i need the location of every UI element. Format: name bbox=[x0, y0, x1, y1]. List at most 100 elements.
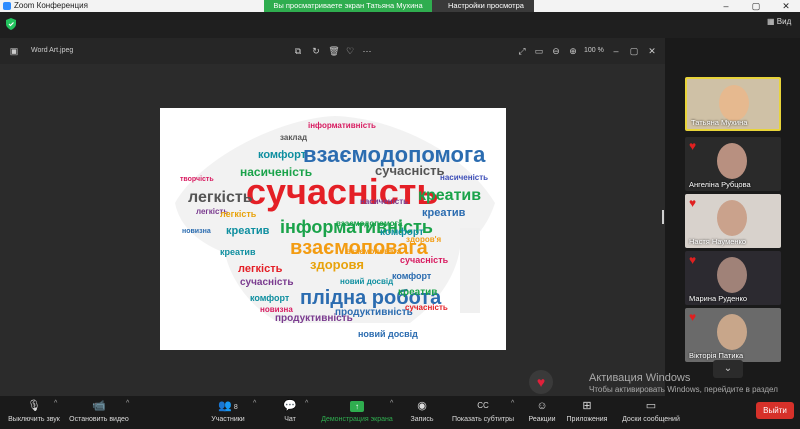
edit-image-icon[interactable]: ⧉ bbox=[292, 45, 304, 57]
participant-tile[interactable]: ♥ Марина Руденко bbox=[685, 251, 781, 305]
close-button[interactable]: ✕ bbox=[776, 0, 796, 12]
captions-options-caret[interactable]: ^ bbox=[511, 400, 514, 407]
participant-tile[interactable]: Татьяна Мухина bbox=[685, 77, 781, 131]
video-options-caret[interactable]: ^ bbox=[126, 400, 129, 407]
chat-button[interactable]: 💬 Чат bbox=[276, 399, 304, 423]
chevron-down-icon: ⌄ bbox=[723, 363, 733, 374]
word-cloud-word: сучасність bbox=[240, 277, 294, 288]
shield-icon[interactable] bbox=[6, 18, 16, 30]
word-cloud-word: легкість bbox=[238, 263, 283, 275]
record-button[interactable]: ◉ Запись bbox=[406, 399, 438, 423]
participants-button[interactable]: 👥 8 Участники bbox=[205, 399, 251, 423]
participant-tile[interactable]: ♥ Ангеліна Рубцова bbox=[685, 137, 781, 191]
maximize-viewer-icon[interactable]: ▢ bbox=[628, 45, 640, 57]
expand-icon[interactable]: ⤢ bbox=[516, 45, 528, 57]
participants-options-caret[interactable]: ^ bbox=[253, 400, 256, 407]
video-label: Остановить видео bbox=[69, 416, 129, 423]
word-cloud-word: насиченість bbox=[360, 197, 409, 206]
share-screen-button[interactable]: ↑ Демонстрация экрана bbox=[320, 399, 394, 423]
heart-reaction-icon: ♥ bbox=[689, 139, 697, 153]
minimize-viewer-icon[interactable]: – bbox=[610, 45, 622, 57]
word-cloud-word: взаємодопомога bbox=[336, 219, 403, 228]
word-cloud-word: новизна bbox=[260, 305, 293, 314]
word-cloud-word: креатив bbox=[398, 287, 438, 298]
gallery-icon[interactable]: ▣ bbox=[8, 45, 20, 57]
whiteboard-icon: ▭ bbox=[645, 400, 657, 412]
word-cloud-word: сучасність bbox=[246, 171, 439, 212]
record-icon: ◉ bbox=[417, 400, 427, 412]
stop-video-button[interactable]: 📹 Остановить видео bbox=[66, 399, 132, 423]
word-cloud-word: легкість bbox=[220, 209, 257, 219]
word-cloud-word: здоровя bbox=[310, 257, 364, 272]
view-settings-label: Настройки просмотра bbox=[448, 1, 524, 10]
word-cloud-word: продуктивність bbox=[275, 313, 353, 324]
minimize-button[interactable]: – bbox=[716, 0, 736, 12]
gallery-next-button[interactable]: ⌄ bbox=[713, 360, 743, 378]
word-cloud-word: легкість bbox=[188, 189, 253, 206]
participants-icon: 👥 8 bbox=[218, 400, 238, 412]
participant-tile[interactable]: ♥ Вікторія Патика bbox=[685, 308, 781, 362]
fit-window-icon[interactable]: ▭ bbox=[533, 45, 545, 57]
word-art-image: інформативність заклад комфорт взаємодопомо… bbox=[160, 108, 506, 350]
participant-name: Марина Руденко bbox=[689, 294, 747, 303]
chat-options-caret[interactable]: ^ bbox=[305, 400, 308, 407]
record-label: Запись bbox=[410, 416, 434, 423]
word-cloud-word: новий досвід bbox=[340, 277, 394, 286]
view-settings-dropdown[interactable]: Настройки просмотра ⌄ bbox=[432, 0, 534, 22]
word-cloud-word: комфорт bbox=[250, 293, 290, 303]
view-button[interactable]: ▦ Вид bbox=[767, 17, 791, 26]
chat-label: Чат bbox=[284, 416, 296, 423]
participant-video bbox=[717, 314, 747, 350]
apps-button[interactable]: ⊞ Приложения bbox=[566, 399, 608, 423]
word-cloud-word: взаємоповага bbox=[346, 247, 402, 256]
leave-meeting-button[interactable]: Выйти bbox=[756, 402, 794, 419]
reaction-heart-icon: ♥ bbox=[529, 370, 553, 394]
participant-video bbox=[719, 85, 749, 121]
heart-reaction-icon: ♥ bbox=[689, 253, 697, 267]
share-options-caret[interactable]: ^ bbox=[390, 400, 393, 407]
closed-captions-icon: CC bbox=[477, 401, 489, 410]
whiteboards-label: Доски сообщений bbox=[622, 416, 680, 423]
share-label: Демонстрация экрана bbox=[321, 416, 393, 423]
whiteboards-button[interactable]: ▭ Доски сообщений bbox=[620, 399, 682, 423]
maximize-button[interactable]: ▢ bbox=[746, 0, 766, 12]
word-cloud-word: комфорт bbox=[258, 149, 307, 161]
word-cloud-word: заклад bbox=[280, 133, 308, 142]
reactions-button[interactable]: ☺ Реакции bbox=[526, 399, 558, 423]
zoom-level: 100 % bbox=[584, 47, 604, 54]
apps-grid-icon: ⊞ bbox=[582, 400, 592, 412]
more-options-icon[interactable]: ⋯ bbox=[361, 45, 373, 57]
view-button-label: Вид bbox=[776, 17, 792, 26]
apps-label: Приложения bbox=[566, 416, 608, 423]
chat-bubble-icon: 💬 bbox=[283, 400, 297, 412]
participants-count: 8 bbox=[233, 404, 238, 411]
favorite-heart-icon[interactable]: ♡ bbox=[344, 45, 356, 57]
participant-name: Ангеліна Рубцова bbox=[689, 180, 751, 189]
delete-icon[interactable]: 🗑 bbox=[328, 45, 340, 57]
zoom-out-icon[interactable]: ⊖ bbox=[550, 45, 562, 57]
close-viewer-icon[interactable]: ✕ bbox=[646, 45, 658, 57]
word-cloud-word: креатив bbox=[418, 187, 482, 204]
show-captions-button[interactable]: CC Показать субтитры bbox=[449, 399, 517, 423]
grid-view-icon: ▦ bbox=[767, 17, 775, 26]
word-cloud-word: творчість bbox=[180, 176, 214, 183]
participant-name: Настя Науменко bbox=[689, 237, 747, 246]
participant-tile[interactable]: ♥ Настя Науменко bbox=[685, 194, 781, 248]
word-cloud-word: креатив bbox=[226, 225, 270, 237]
participants-label: Участники bbox=[211, 416, 245, 423]
zoom-in-icon[interactable]: ⊕ bbox=[567, 45, 579, 57]
word-cloud-word: комфорт bbox=[392, 271, 432, 281]
reactions-label: Реакции bbox=[528, 416, 556, 423]
participant-gallery: Татьяна Мухина ♥ Ангеліна Рубцова ♥ Настя На… bbox=[665, 38, 800, 396]
captions-label: Показать субтитры bbox=[451, 416, 515, 423]
participant-video bbox=[717, 143, 747, 179]
shared-screen-viewer: ▣ Word Art.jpeg ⧉ ↻ 🗑 ♡ ⋯ ⤢ ▭ ⊖ ⊕ 100 % … bbox=[0, 38, 665, 396]
rotate-icon[interactable]: ↻ bbox=[310, 45, 322, 57]
meeting-controls: 🎙 Выключить звук ^ 📹 Остановить видео ^ … bbox=[0, 396, 800, 429]
photo-viewer-toolbar: ▣ Word Art.jpeg ⧉ ↻ 🗑 ♡ ⋯ ⤢ ▭ ⊖ ⊕ 100 % … bbox=[0, 38, 665, 64]
participant-name: Татьяна Мухина bbox=[691, 118, 748, 127]
meeting-top-bar: ▦ Вид bbox=[0, 12, 800, 38]
scroll-handle[interactable] bbox=[662, 210, 664, 224]
word-cloud-word: новий досвід bbox=[358, 329, 418, 339]
audio-options-caret[interactable]: ^ bbox=[54, 400, 57, 407]
